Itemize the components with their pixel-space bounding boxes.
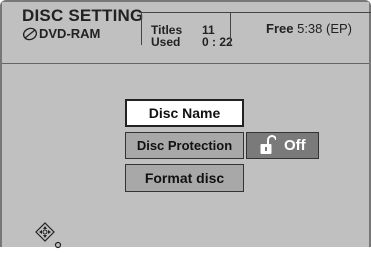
disc-icon [22, 27, 38, 41]
protection-state-value: Off [284, 137, 306, 154]
free-label: Free [266, 21, 294, 36]
disc-protection-button[interactable]: Disc Protection [125, 132, 244, 159]
protection-state-badge: Off [246, 132, 319, 159]
free-value: 5:38 (EP) [297, 21, 353, 36]
disc-name-label: Disc Name [148, 105, 221, 121]
header-divider [2, 63, 369, 64]
media-type-label: DVD-RAM [39, 26, 101, 41]
disc-name-button[interactable]: Disc Name [125, 99, 244, 127]
disc-setting-screen: DISC SETTING DVD-RAM Titles 11 Used 0 : … [0, 0, 371, 249]
format-disc-button[interactable]: Format disc [125, 164, 244, 192]
used-label: Used [151, 35, 181, 49]
disc-protection-label: Disc Protection [136, 138, 233, 153]
media-type-row: DVD-RAM [22, 26, 100, 41]
cursor-navigation-icon [33, 221, 71, 249]
disc-info-box: Titles 11 Used 0 : 22 Free 5:38 (EP) [141, 12, 371, 49]
used-value: 0 : 22 [202, 35, 233, 49]
format-disc-label: Format disc [144, 170, 225, 186]
unlocked-padlock-icon [259, 135, 277, 156]
header: DISC SETTING DVD-RAM Titles 11 Used 0 : … [2, 2, 371, 49]
page-title: DISC SETTING [22, 6, 144, 25]
free-space: Free 5:38 (EP) [266, 21, 352, 36]
info-divider [230, 13, 231, 45]
